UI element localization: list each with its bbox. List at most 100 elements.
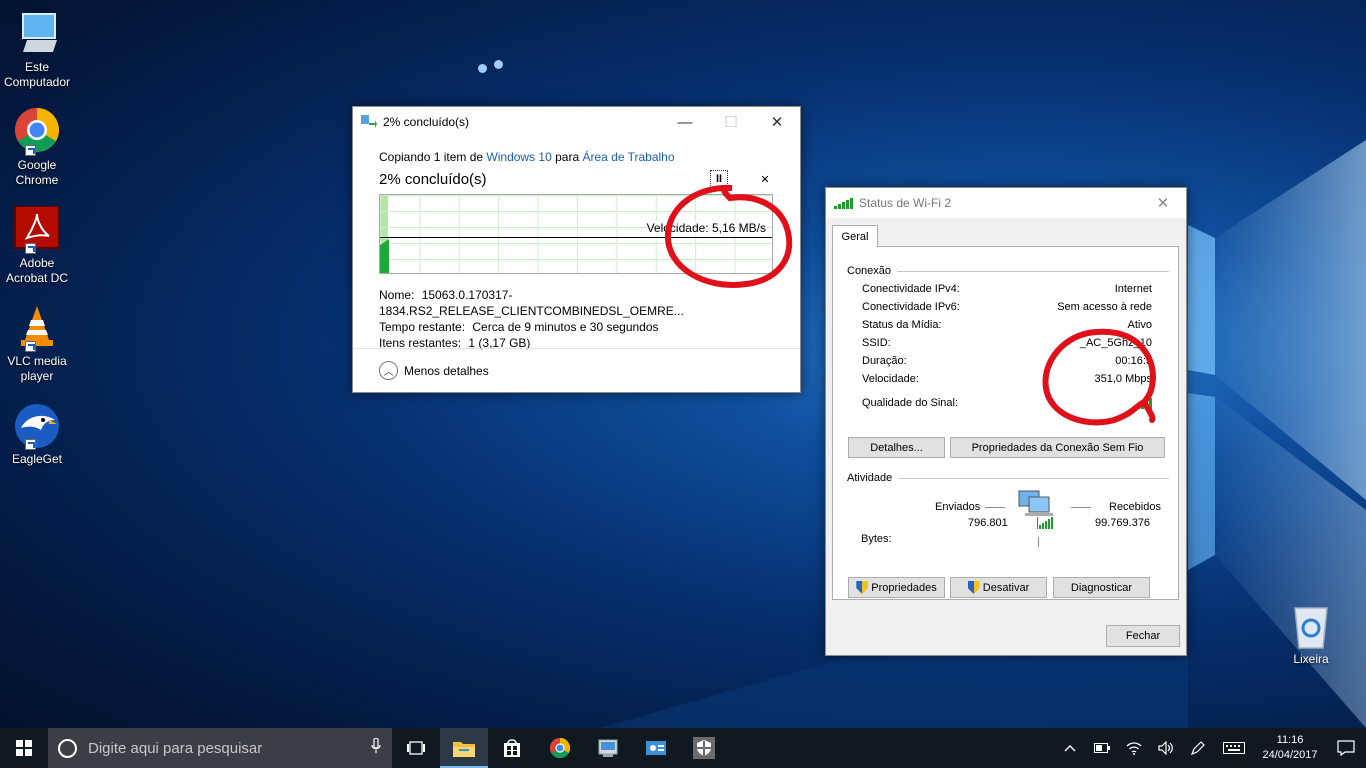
file-copy-icon (361, 114, 377, 131)
shortcut-arrow-icon (25, 145, 36, 156)
file-explorer-icon (453, 742, 475, 757)
app-icon (598, 739, 618, 757)
taskbar-chrome[interactable] (536, 728, 584, 768)
activity-group-title: Atividade (847, 472, 1169, 484)
desktop-icon-chrome[interactable]: Google Chrome (0, 108, 74, 188)
this-pc-icon (13, 10, 61, 58)
row-value: _AC_5Ghz_10 (1079, 337, 1152, 349)
diagnose-button[interactable]: Diagnosticar (1053, 577, 1150, 598)
microphone-icon[interactable] (360, 737, 392, 758)
shortcut-arrow-icon (25, 439, 36, 450)
clock[interactable]: 11:16 24/04/2017 (1254, 733, 1326, 763)
info-row: Velocidade: 351,0 Mbps (862, 373, 1152, 385)
app-icon (646, 741, 666, 755)
row-label: Status da Mídia: (862, 319, 942, 331)
taskbar-app[interactable] (632, 728, 680, 768)
desktop-icon-eagleget[interactable]: EagleGet (0, 402, 74, 467)
taskbar: Digite aqui para pesquisar 11:16 24/04/2… (0, 728, 1366, 768)
notification-icon (1337, 740, 1355, 756)
info-row: Duração: 00:16:5 (862, 355, 1152, 367)
windows-logo-icon (16, 740, 32, 756)
taskbar-security[interactable] (680, 728, 728, 768)
row-value: 00:16:5 (1115, 355, 1152, 367)
desktop-icon-recycle-bin[interactable]: Lixeira (1274, 602, 1348, 667)
uac-shield-icon (967, 581, 980, 594)
shortcut-arrow-icon (25, 243, 36, 254)
name-label: Nome: (379, 288, 415, 302)
task-view-button[interactable] (392, 728, 440, 768)
row-label: Conectividade IPv4: (862, 283, 960, 295)
desktop-icon-vlc[interactable]: VLC media player (0, 304, 74, 384)
security-icon (693, 737, 715, 759)
row-value: Internet (1114, 283, 1152, 295)
cancel-button[interactable]: ✕ (756, 170, 774, 188)
properties-button-label: Propriedades (871, 581, 937, 594)
desktop-icon-acrobat[interactable]: Adobe Acrobat DC (0, 205, 74, 286)
bytes-divider (1038, 537, 1039, 547)
received-label: Recebidos (1109, 501, 1161, 513)
desktop-icon-this-pc[interactable]: Este Computador (0, 10, 74, 90)
less-details-toggle[interactable]: ︿ Menos detalhes (353, 348, 800, 392)
start-button[interactable] (0, 728, 48, 768)
desktop-icon-label: EagleGet (11, 452, 63, 466)
copy-summary-prefix: Copiando 1 item de (379, 150, 487, 164)
details-button[interactable]: Detalhes... (848, 437, 945, 458)
desktop-icon-label: Lixeira (1293, 652, 1329, 666)
time-remaining-label: Tempo restante: (379, 320, 466, 334)
close-button[interactable]: ✕ (754, 107, 800, 137)
wireless-properties-button[interactable]: Propriedades da Conexão Sem Fio (950, 437, 1165, 458)
wifi-status-dialog: Status de Wi-Fi 2 ✕ Geral Conexão Conect… (825, 187, 1187, 656)
task-view-icon (407, 741, 425, 755)
volume-icon[interactable] (1150, 741, 1182, 755)
pause-button[interactable]: II (710, 170, 728, 188)
chrome-icon (13, 108, 61, 156)
source-link[interactable]: Windows 10 (486, 150, 551, 164)
activity-group-label: Atividade (847, 472, 893, 484)
clock-date: 24/04/2017 (1262, 749, 1318, 761)
copy-dialog-titlebar[interactable]: 2% concluído(s) — ☐ ✕ (353, 107, 800, 137)
copy-summary: Copiando 1 item de Windows 10 para Área … (379, 150, 774, 164)
chrome-icon (549, 737, 571, 759)
row-value: 351,0 Mbps (1094, 373, 1152, 385)
sent-label: Enviados (935, 501, 981, 513)
network-computers-icon (1015, 487, 1061, 534)
tab-geral[interactable]: Geral (832, 225, 878, 247)
chevron-up-icon[interactable] (1054, 744, 1086, 752)
window-title: Status de Wi-Fi 2 (859, 196, 952, 210)
properties-button[interactable]: Propriedades (848, 577, 945, 598)
less-details-label: Menos detalhes (404, 363, 489, 378)
battery-icon[interactable] (1086, 743, 1118, 753)
wifi-icon[interactable] (1118, 741, 1150, 755)
time-remaining-value: Cerca de 9 minutos e 30 segundos (472, 320, 659, 334)
wifi-dialog-titlebar[interactable]: Status de Wi-Fi 2 ✕ (826, 188, 1186, 218)
taskbar-app[interactable] (584, 728, 632, 768)
desktop-icon-label: Este Computador (3, 60, 71, 89)
store-icon (504, 739, 520, 757)
received-bytes-value: 99.769.376 (1095, 517, 1151, 529)
close-dialog-button[interactable]: Fechar (1106, 625, 1180, 647)
copy-summary-to: para (551, 150, 583, 164)
row-label: Duração: (862, 355, 907, 367)
minimize-button[interactable]: — (662, 107, 708, 137)
search-box[interactable]: Digite aqui para pesquisar (48, 728, 392, 768)
copy-progress-dialog: 2% concluído(s) — ☐ ✕ Copiando 1 item de… (352, 106, 801, 393)
cortana-icon (58, 738, 77, 758)
eagleget-icon (13, 402, 61, 450)
general-panel: Conexão Conectividade IPv4: Internet Cone… (832, 246, 1179, 600)
pen-icon[interactable] (1182, 740, 1214, 756)
keyboard-icon[interactable] (1214, 742, 1254, 754)
received-dash (1071, 507, 1091, 508)
recycle-bin-icon (1287, 602, 1335, 650)
taskbar-store[interactable] (488, 728, 536, 768)
acrobat-icon (13, 205, 61, 254)
vlc-icon (13, 304, 61, 352)
row-value: Ativo (1127, 319, 1152, 331)
disable-button[interactable]: Desativar (950, 577, 1047, 598)
action-center-button[interactable] (1326, 740, 1366, 756)
destination-link[interactable]: Área de Trabalho (582, 150, 674, 164)
connection-group-title: Conexão (847, 265, 1169, 277)
close-button[interactable]: ✕ (1140, 188, 1186, 218)
taskbar-file-explorer[interactable] (440, 728, 488, 768)
desktop-icon-label: Adobe Acrobat DC (5, 256, 69, 285)
loading-cursor-icon (478, 60, 504, 74)
